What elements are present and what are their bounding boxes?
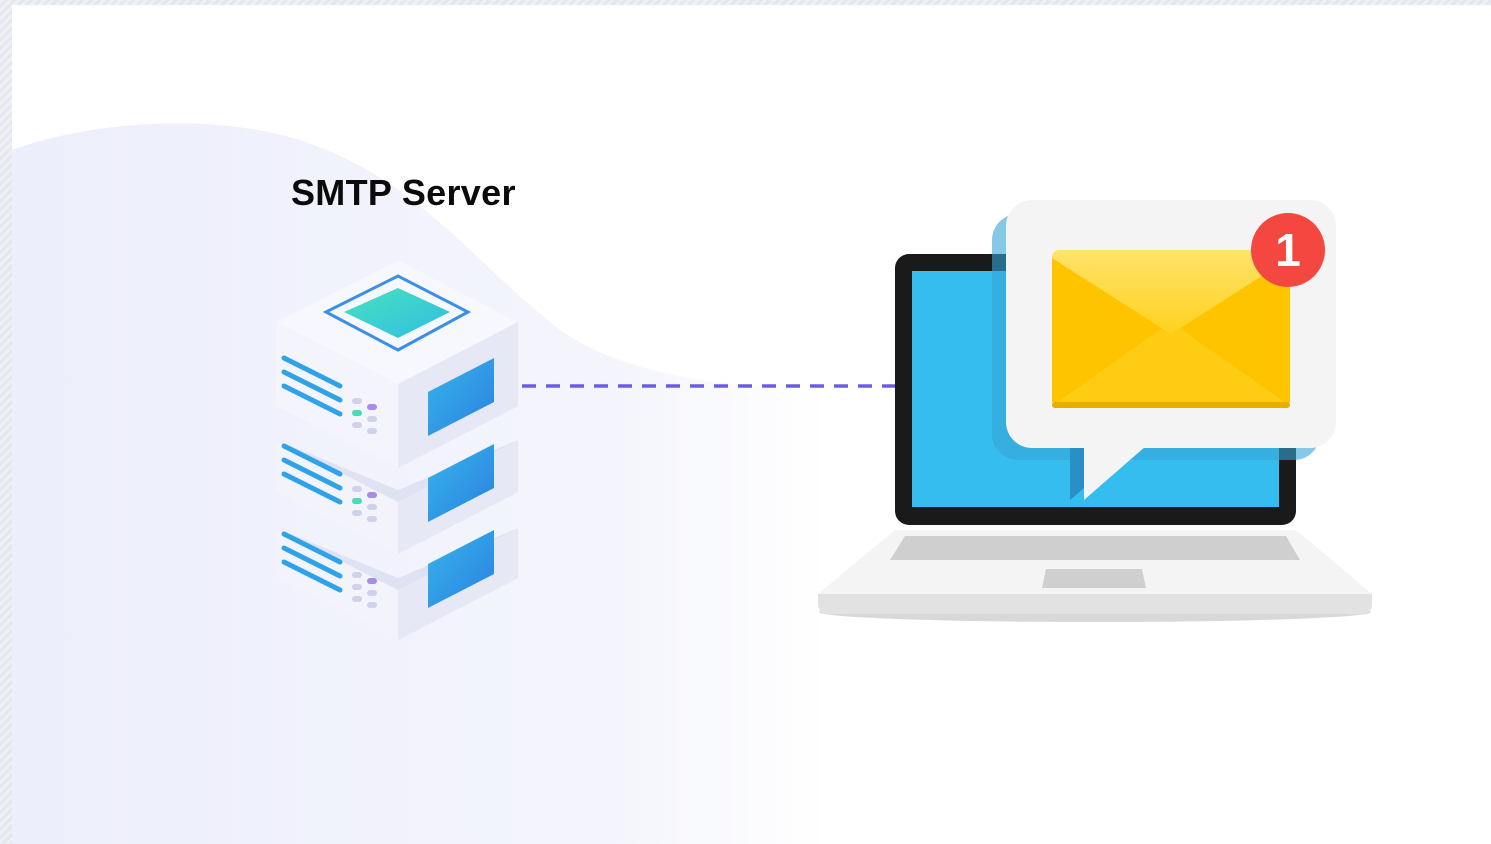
server-title: SMTP Server: [291, 172, 516, 213]
notification-count: 1: [1275, 224, 1301, 276]
diagram-canvas: [12, 123, 1372, 844]
